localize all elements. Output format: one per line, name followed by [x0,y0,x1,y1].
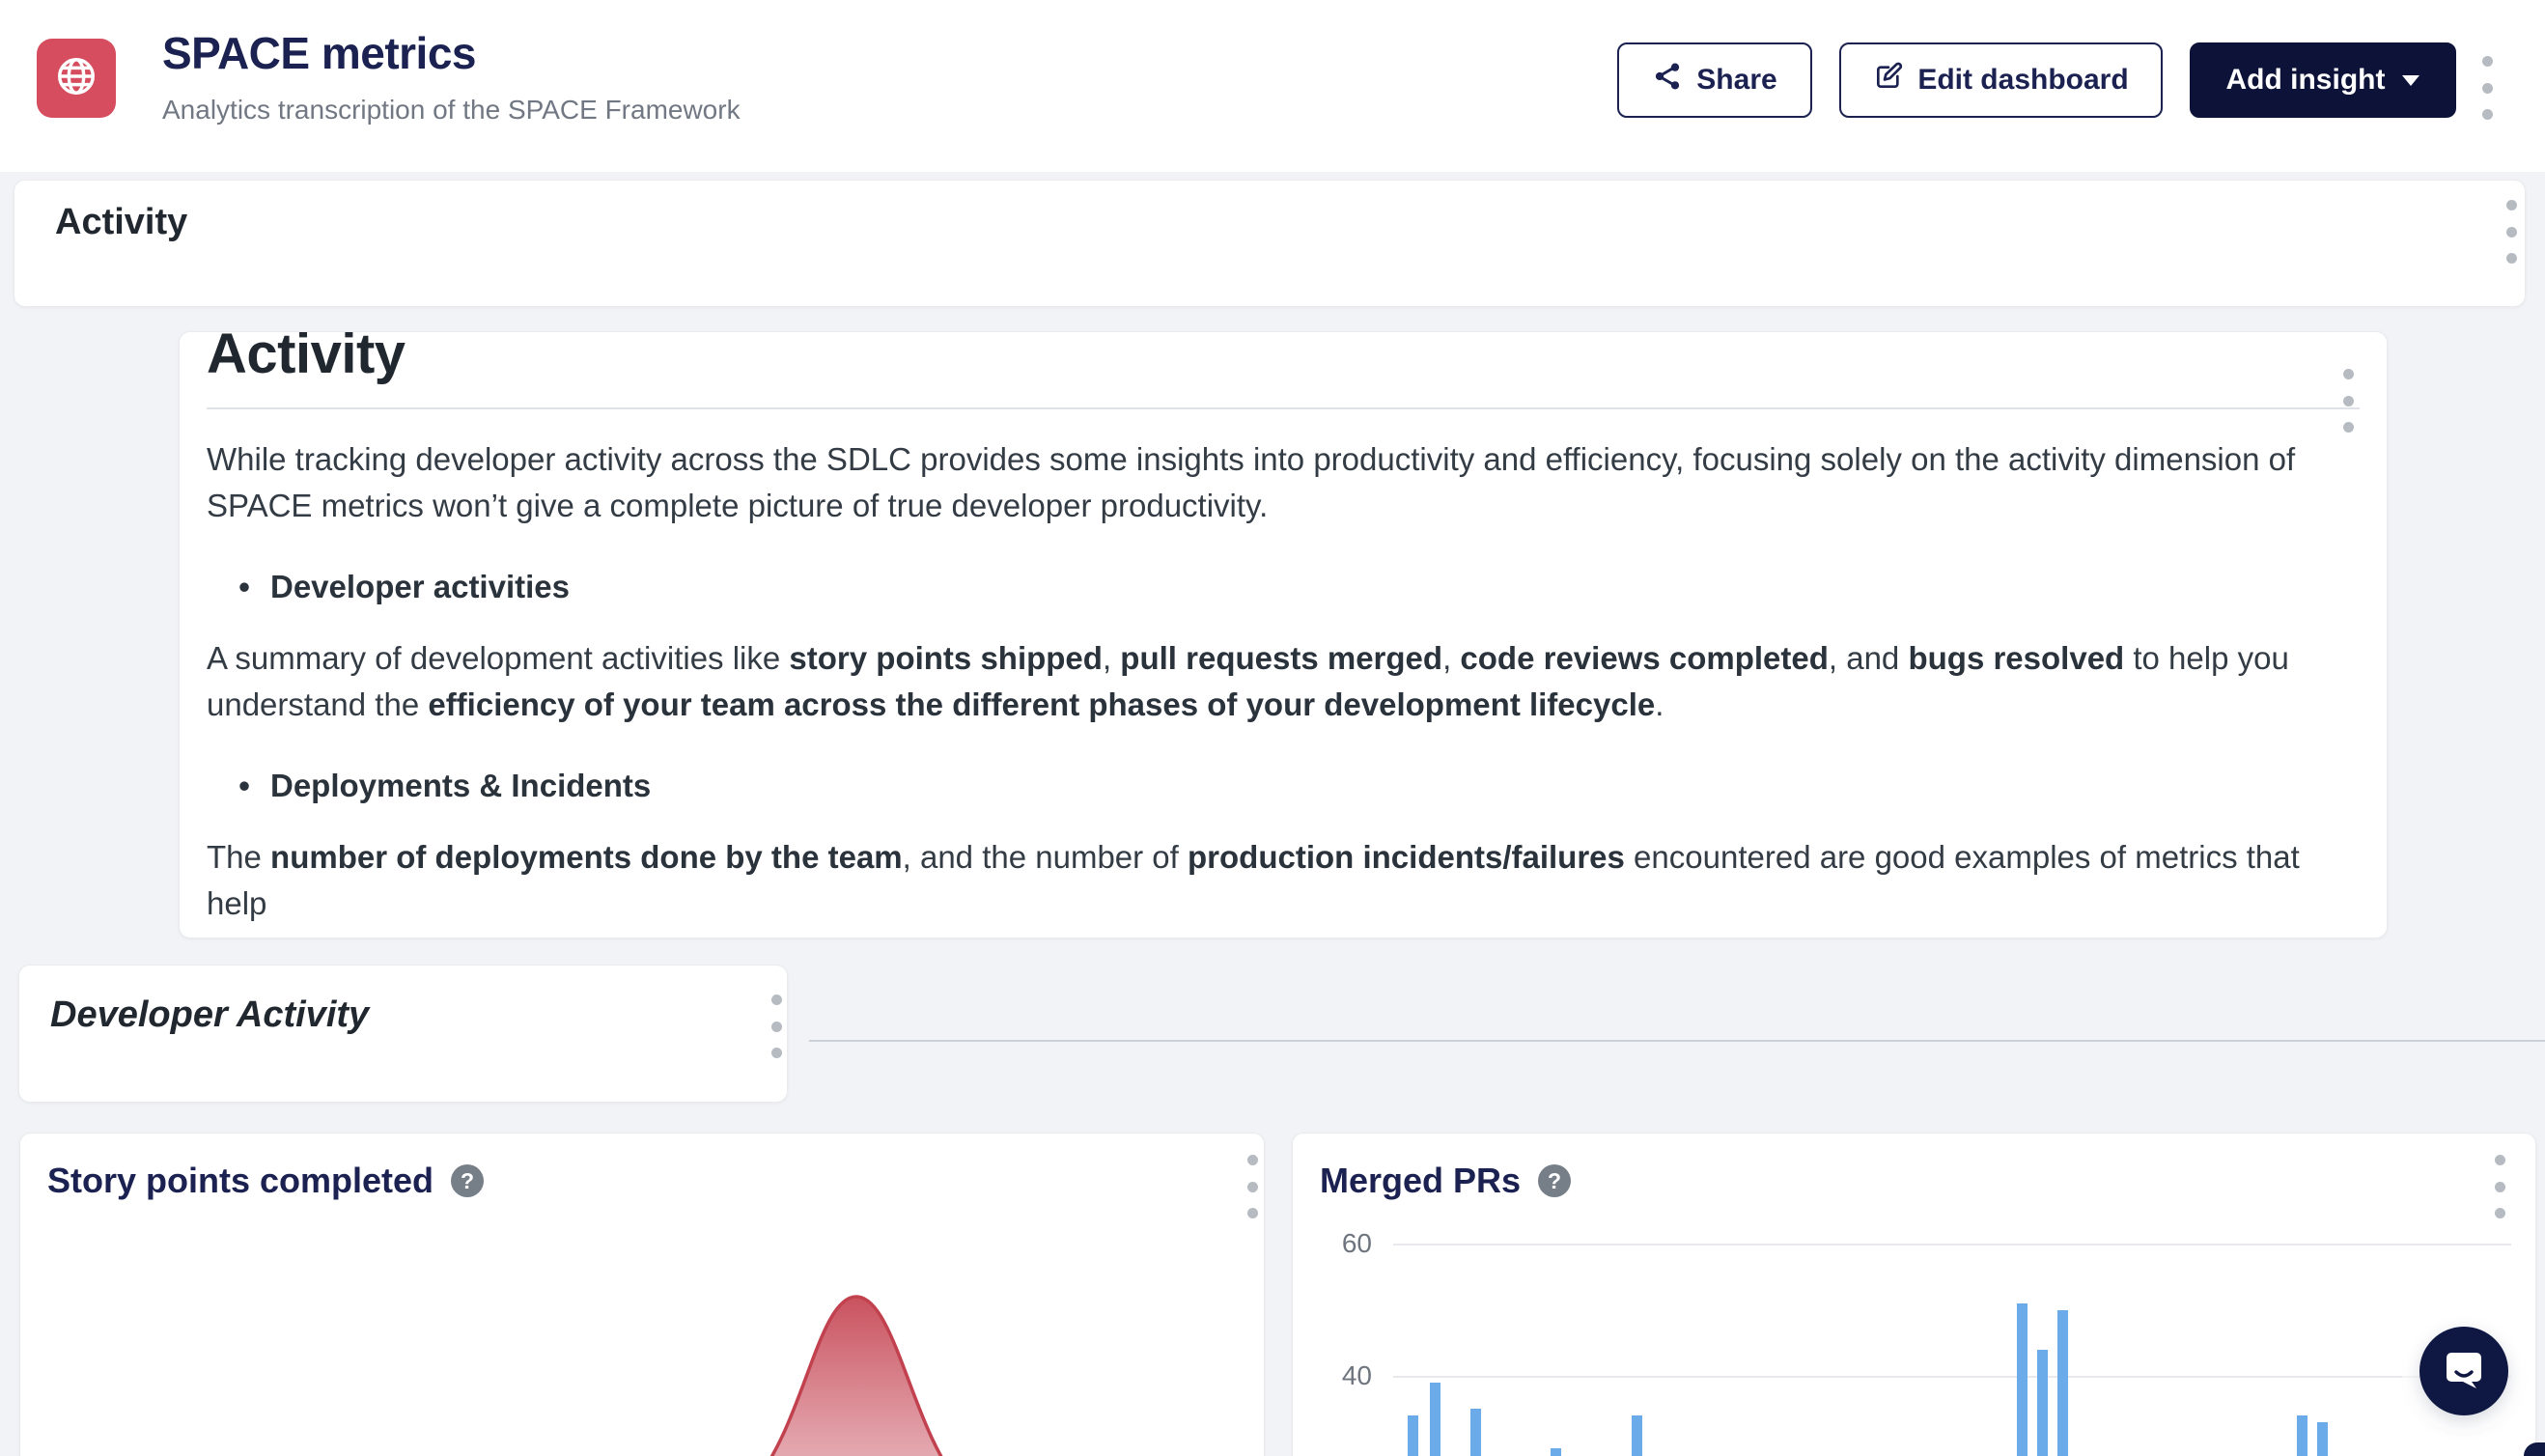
developer-activity-more-menu-button[interactable] [757,994,796,1058]
edit-dashboard-button[interactable]: Edit dashboard [1839,42,2163,118]
bar [1632,1415,1642,1456]
merged-prs-card: Merged PRs ? 6040 [1292,1133,2536,1456]
heading-divider [207,407,2360,409]
bullet-label: Developer activities [270,566,570,608]
page-header: SPACE metrics Analytics transcription of… [0,0,2545,172]
activity-section-card: Activity [14,180,2526,307]
share-button-label: Share [1696,64,1776,97]
page-subtitle: Analytics transcription of the SPACE Fra… [162,95,741,126]
page-title: SPACE metrics [162,27,476,79]
bullet-icon: • [232,566,257,608]
edit-pencil-icon [1873,61,1904,99]
activity-text-more-menu-button[interactable] [2329,369,2367,433]
bullet-icon: • [232,765,257,807]
activity-paragraph-2: A summary of development activities like… [207,635,2360,728]
activity-section-more-menu-button[interactable] [2492,200,2531,264]
share-icon [1652,61,1683,99]
list-item: • Deployments & Incidents [207,765,2360,807]
activity-paragraph-1: While tracking developer activity across… [207,436,2360,529]
bar [1408,1415,1418,1456]
bullet-label: Deployments & Incidents [270,765,651,807]
dashboard-logo [37,39,116,118]
gridline [1393,1244,2511,1246]
story-points-card: Story points completed ? [19,1133,1265,1456]
bar [2037,1350,2048,1456]
chat-widget-button[interactable] [2419,1327,2508,1415]
gridline [1393,1376,2511,1378]
share-button[interactable]: Share [1617,42,1812,118]
edit-dashboard-button-label: Edit dashboard [1917,64,2128,97]
dashboard-root: SPACE metrics Analytics transcription of… [0,0,2545,1456]
chat-bubble-icon [2440,1345,2488,1398]
bar [1430,1383,1440,1456]
add-insight-button-label: Add insight [2226,64,2386,97]
bar [1551,1448,1561,1456]
y-axis-tick-label: 40 [1322,1360,1372,1391]
section-divider [809,1040,2545,1042]
bar [2317,1422,2328,1456]
merged-prs-bar-chart: 60 40 [1293,1134,2536,1456]
y-axis-tick-label: 60 [1322,1228,1372,1259]
bar [2057,1310,2068,1456]
globe-icon [54,54,98,103]
developer-activity-card: Developer Activity [18,965,788,1103]
bar [2297,1415,2307,1456]
bar [1470,1409,1481,1456]
activity-section-title: Activity [55,202,187,243]
story-points-area-chart [20,1134,1265,1456]
developer-activity-title: Developer Activity [50,994,369,1036]
chevron-down-icon [2402,75,2419,86]
activity-text-card: Activity While tracking developer activi… [179,331,2388,938]
list-item: • Developer activities [207,566,2360,608]
activity-paragraph-3: The number of deployments done by the te… [207,834,2360,927]
add-insight-button[interactable]: Add insight [2190,42,2456,118]
bar [2017,1303,2028,1456]
activity-card-heading: Activity [207,331,2360,392]
header-more-menu-button[interactable] [2468,56,2506,120]
